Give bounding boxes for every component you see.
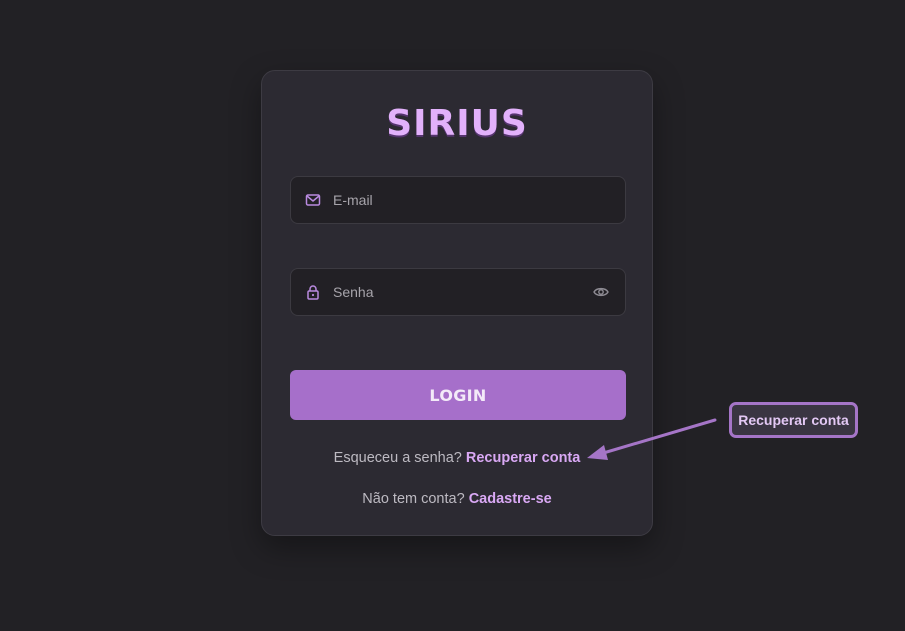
signup-line: Não tem conta? Cadastre-se bbox=[262, 491, 652, 507]
password-field[interactable] bbox=[290, 268, 626, 316]
signup-link[interactable]: Cadastre-se bbox=[469, 491, 552, 507]
login-button[interactable]: LOGIN bbox=[290, 370, 626, 420]
email-input[interactable] bbox=[333, 177, 573, 223]
app-title: SIRIUS bbox=[386, 103, 528, 144]
forgot-password-prompt: Esqueceu a senha? bbox=[333, 450, 462, 466]
annotation-callout: Recuperar conta bbox=[729, 402, 858, 438]
login-screen: SIRIUS LOGIN Esqueceu a senha? Recup bbox=[0, 0, 905, 631]
lock-icon bbox=[307, 285, 319, 300]
eye-icon[interactable] bbox=[593, 285, 609, 299]
annotation-label: Recuperar conta bbox=[738, 412, 849, 428]
password-input[interactable] bbox=[333, 269, 573, 315]
mail-icon bbox=[305, 194, 321, 206]
signup-prompt: Não tem conta? bbox=[362, 491, 465, 507]
recover-account-link[interactable]: Recuperar conta bbox=[466, 450, 580, 466]
login-card: SIRIUS LOGIN Esqueceu a senha? Recup bbox=[261, 70, 653, 536]
email-field[interactable] bbox=[290, 176, 626, 224]
forgot-password-line: Esqueceu a senha? Recuperar conta bbox=[262, 450, 652, 466]
